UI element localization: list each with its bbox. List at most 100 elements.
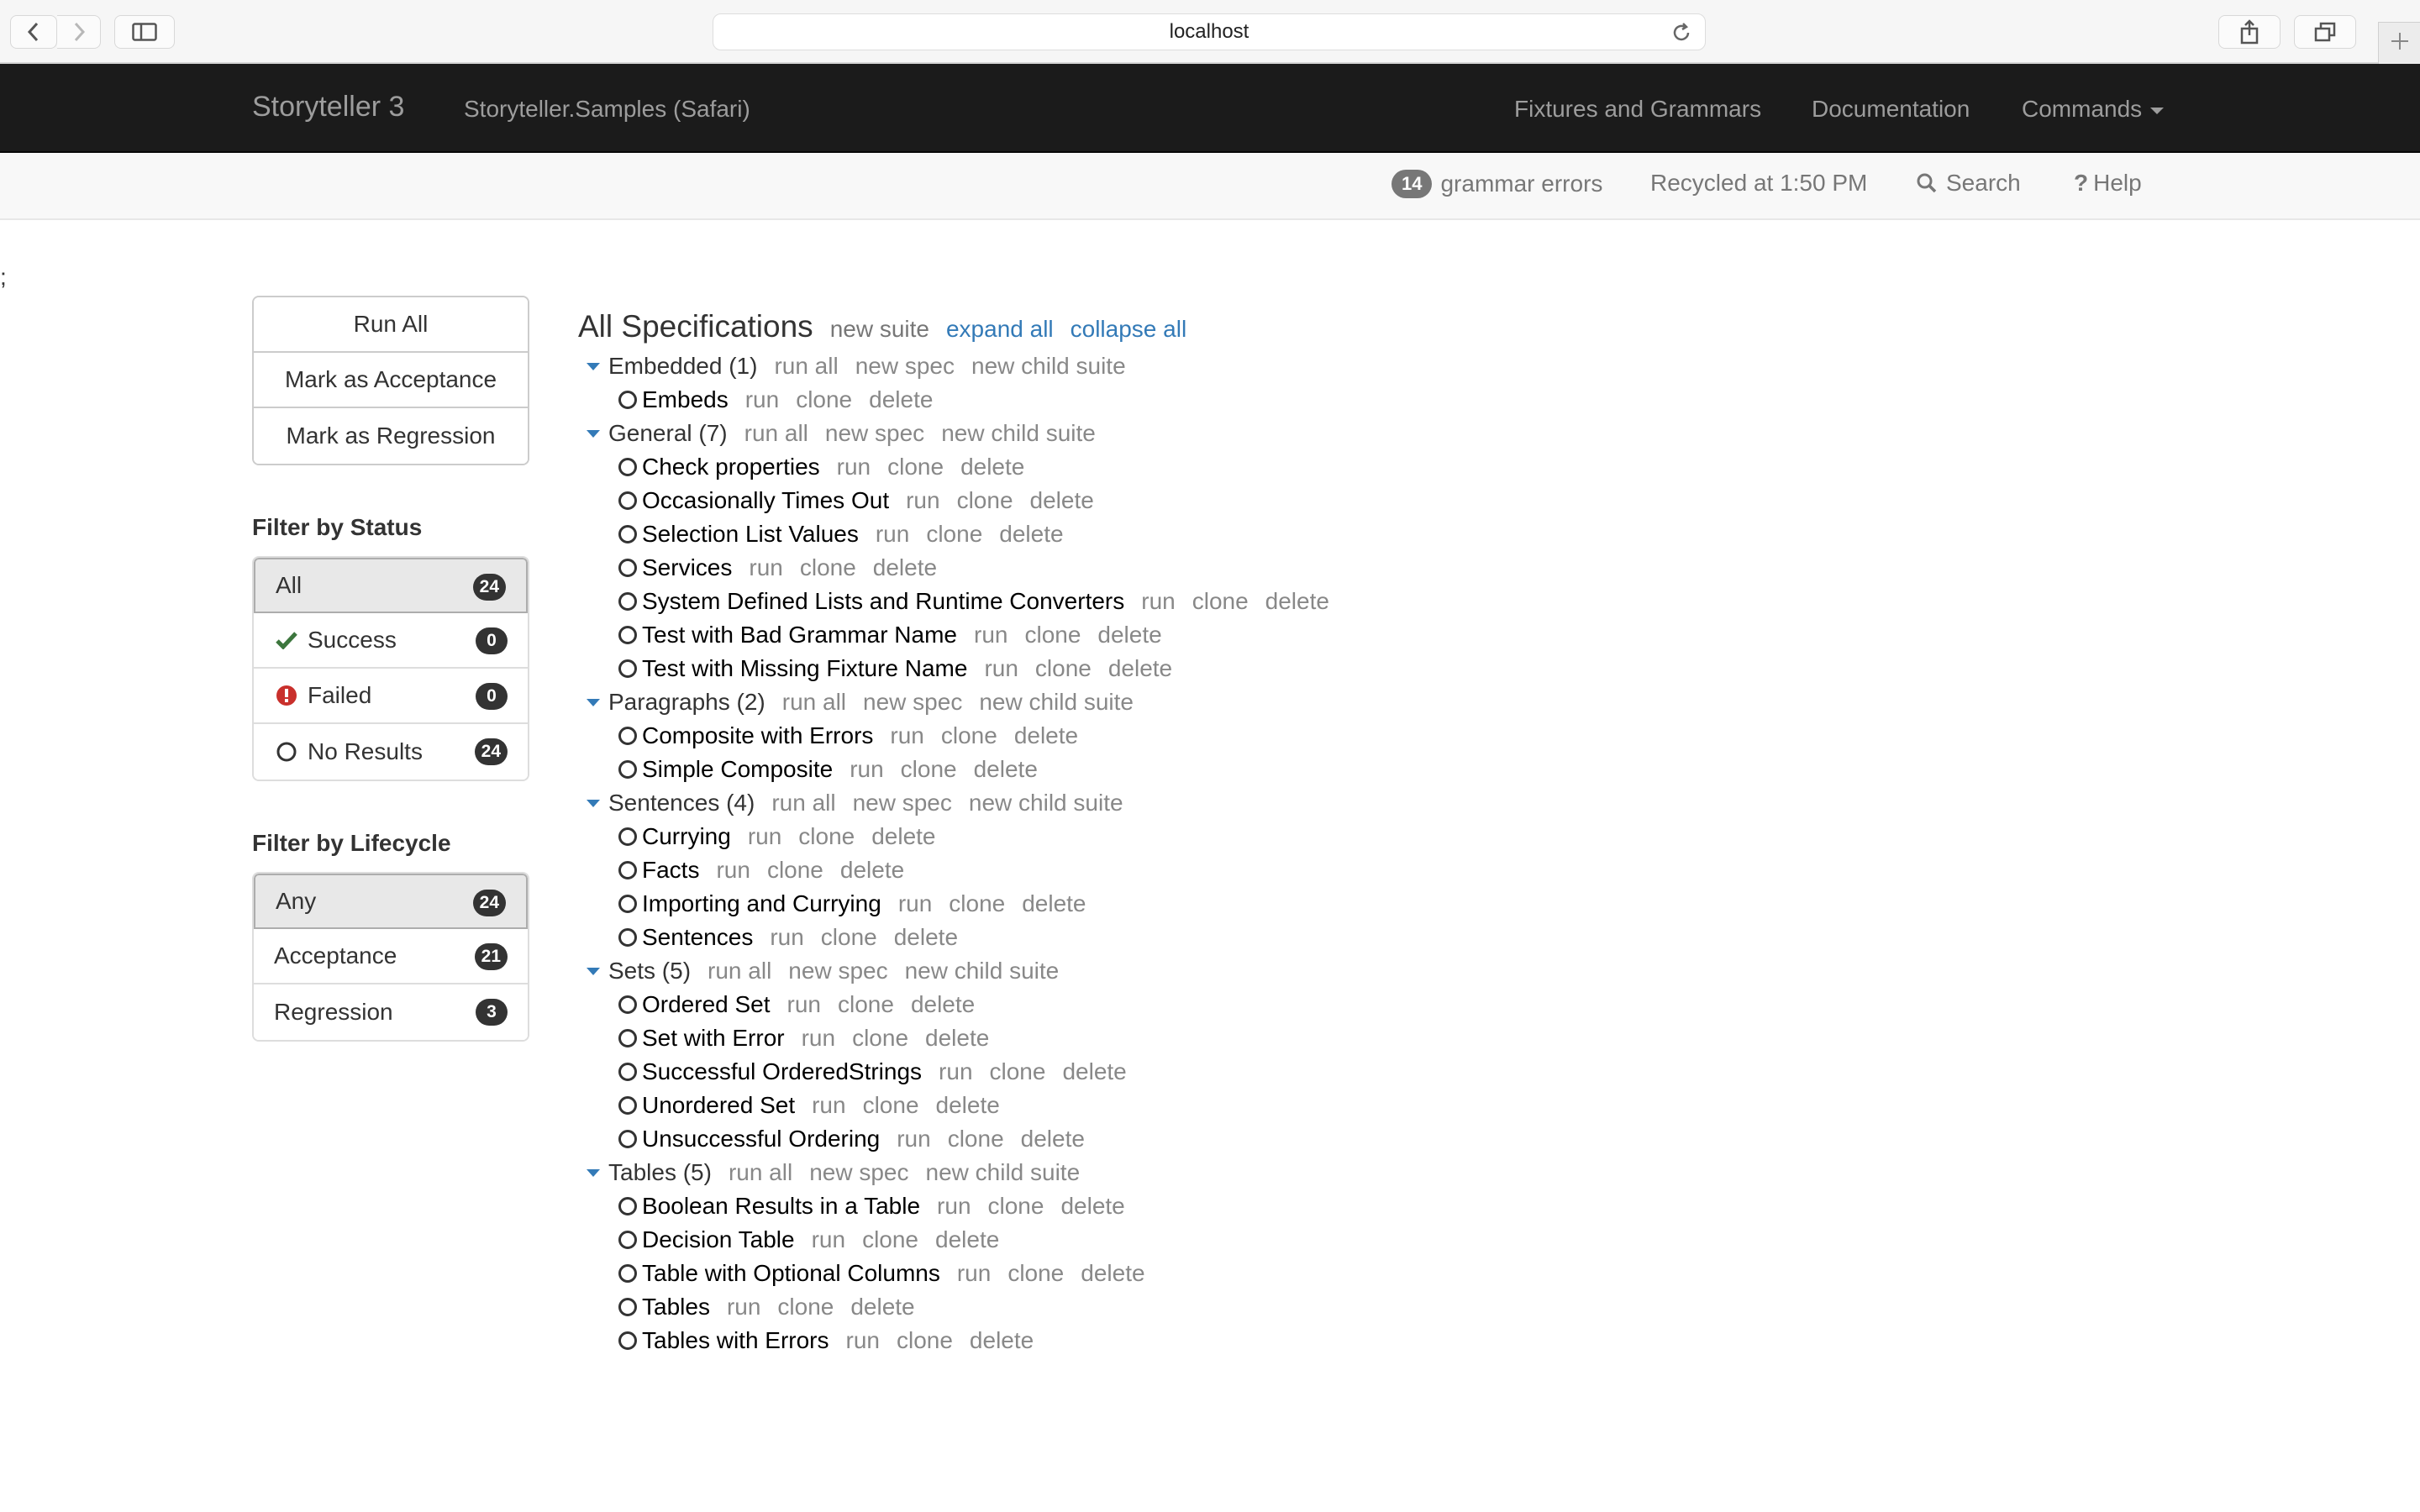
run-all-link[interactable]: run all: [771, 790, 835, 816]
mark-acceptance-button[interactable]: Mark as Acceptance: [254, 353, 528, 408]
clone-link[interactable]: clone: [948, 1126, 1004, 1152]
run-link[interactable]: run: [846, 1327, 880, 1354]
run-link[interactable]: run: [939, 1058, 972, 1085]
spec-name[interactable]: Successful OrderedStrings: [642, 1058, 922, 1085]
spec-name[interactable]: Set with Error: [642, 1025, 785, 1052]
clone-link[interactable]: clone: [767, 857, 823, 884]
spec-name[interactable]: Table with Optional Columns: [642, 1260, 940, 1287]
spec-name[interactable]: Selection List Values: [642, 521, 859, 548]
run-link[interactable]: run: [906, 487, 939, 514]
caret-down-icon[interactable]: [587, 799, 600, 807]
filter-lifecycle-any[interactable]: Any 24: [254, 874, 528, 929]
clone-link[interactable]: clone: [1192, 588, 1249, 615]
run-link[interactable]: run: [974, 622, 1007, 648]
delete-link[interactable]: delete: [911, 991, 975, 1018]
clone-link[interactable]: clone: [838, 991, 894, 1018]
run-all-link[interactable]: run all: [708, 958, 771, 984]
spec-name[interactable]: Boolean Results in a Table: [642, 1193, 920, 1220]
filter-status-all[interactable]: All 24: [254, 558, 528, 613]
tabs-button[interactable]: [2294, 15, 2356, 49]
new-child-suite-link[interactable]: new child suite: [971, 353, 1126, 380]
spec-name[interactable]: Importing and Currying: [642, 890, 881, 917]
delete-link[interactable]: delete: [974, 756, 1038, 783]
suite-name[interactable]: Paragraphs (2): [608, 689, 765, 716]
caret-down-icon[interactable]: [587, 1168, 600, 1177]
clone-link[interactable]: clone: [897, 1327, 953, 1354]
delete-link[interactable]: delete: [960, 454, 1024, 480]
new-suite-link[interactable]: new suite: [830, 316, 929, 343]
suite-name[interactable]: Embedded (1): [608, 353, 757, 380]
spec-name[interactable]: Services: [642, 554, 732, 581]
clone-link[interactable]: clone: [777, 1294, 834, 1320]
run-link[interactable]: run: [770, 924, 803, 951]
run-link[interactable]: run: [745, 386, 779, 413]
run-link[interactable]: run: [749, 554, 782, 581]
nav-documentation[interactable]: Documentation: [1812, 96, 1970, 123]
back-button[interactable]: [10, 15, 57, 49]
caret-down-icon[interactable]: [587, 429, 600, 438]
run-link[interactable]: run: [876, 521, 909, 548]
clone-link[interactable]: clone: [1035, 655, 1092, 682]
new-spec-link[interactable]: new spec: [863, 689, 962, 716]
clone-link[interactable]: clone: [941, 722, 997, 749]
caret-down-icon[interactable]: [587, 967, 600, 975]
run-link[interactable]: run: [1141, 588, 1175, 615]
mark-regression-button[interactable]: Mark as Regression: [254, 408, 528, 464]
delete-link[interactable]: delete: [936, 1092, 1000, 1119]
run-link[interactable]: run: [812, 1092, 845, 1119]
spec-name[interactable]: Currying: [642, 823, 731, 850]
filter-lifecycle-acceptance[interactable]: Acceptance 21: [254, 929, 528, 984]
spec-name[interactable]: Embeds: [642, 386, 729, 413]
clone-link[interactable]: clone: [990, 1058, 1046, 1085]
new-spec-link[interactable]: new spec: [855, 353, 955, 380]
spec-name[interactable]: Composite with Errors: [642, 722, 873, 749]
spec-name[interactable]: Unordered Set: [642, 1092, 795, 1119]
run-link[interactable]: run: [937, 1193, 971, 1220]
run-all-link[interactable]: run all: [782, 689, 846, 716]
new-spec-link[interactable]: new spec: [853, 790, 952, 816]
spec-name[interactable]: Tables: [642, 1294, 710, 1320]
spec-name[interactable]: Occasionally Times Out: [642, 487, 889, 514]
filter-status-success[interactable]: Success 0: [254, 613, 528, 669]
new-child-suite-link[interactable]: new child suite: [979, 689, 1134, 716]
sidebar-button[interactable]: [114, 15, 175, 49]
clone-link[interactable]: clone: [949, 890, 1005, 917]
delete-link[interactable]: delete: [840, 857, 904, 884]
delete-link[interactable]: delete: [871, 823, 935, 850]
delete-link[interactable]: delete: [850, 1294, 914, 1320]
new-spec-link[interactable]: new spec: [809, 1159, 908, 1186]
clone-link[interactable]: clone: [821, 924, 877, 951]
spec-name[interactable]: Sentences: [642, 924, 753, 951]
delete-link[interactable]: delete: [1265, 588, 1329, 615]
reload-icon[interactable]: [1670, 21, 1693, 50]
expand-all-link[interactable]: expand all: [946, 316, 1054, 343]
run-link[interactable]: run: [957, 1260, 991, 1287]
run-all-button[interactable]: Run All: [254, 297, 528, 353]
clone-link[interactable]: clone: [852, 1025, 908, 1052]
clone-link[interactable]: clone: [863, 1092, 919, 1119]
spec-name[interactable]: Tables with Errors: [642, 1327, 829, 1354]
clone-link[interactable]: clone: [1007, 1260, 1064, 1287]
spec-name[interactable]: Simple Composite: [642, 756, 833, 783]
delete-link[interactable]: delete: [1060, 1193, 1124, 1220]
run-link[interactable]: run: [787, 991, 821, 1018]
clone-link[interactable]: clone: [862, 1226, 918, 1253]
grammar-errors-link[interactable]: 14 grammar errors: [1392, 170, 1602, 198]
delete-link[interactable]: delete: [1081, 1260, 1144, 1287]
new-spec-link[interactable]: new spec: [825, 420, 924, 447]
run-link[interactable]: run: [727, 1294, 760, 1320]
run-link[interactable]: run: [897, 1126, 930, 1152]
caret-down-icon[interactable]: [587, 698, 600, 706]
run-link[interactable]: run: [984, 655, 1018, 682]
suite-name[interactable]: Sets (5): [608, 958, 691, 984]
run-link[interactable]: run: [837, 454, 871, 480]
spec-name[interactable]: System Defined Lists and Runtime Convert…: [642, 588, 1124, 615]
run-link[interactable]: run: [802, 1025, 835, 1052]
run-all-link[interactable]: run all: [774, 353, 838, 380]
run-link[interactable]: run: [716, 857, 750, 884]
clone-link[interactable]: clone: [957, 487, 1013, 514]
clone-link[interactable]: clone: [800, 554, 856, 581]
spec-name[interactable]: Facts: [642, 857, 699, 884]
new-child-suite-link[interactable]: new child suite: [926, 1159, 1081, 1186]
clone-link[interactable]: clone: [988, 1193, 1044, 1220]
